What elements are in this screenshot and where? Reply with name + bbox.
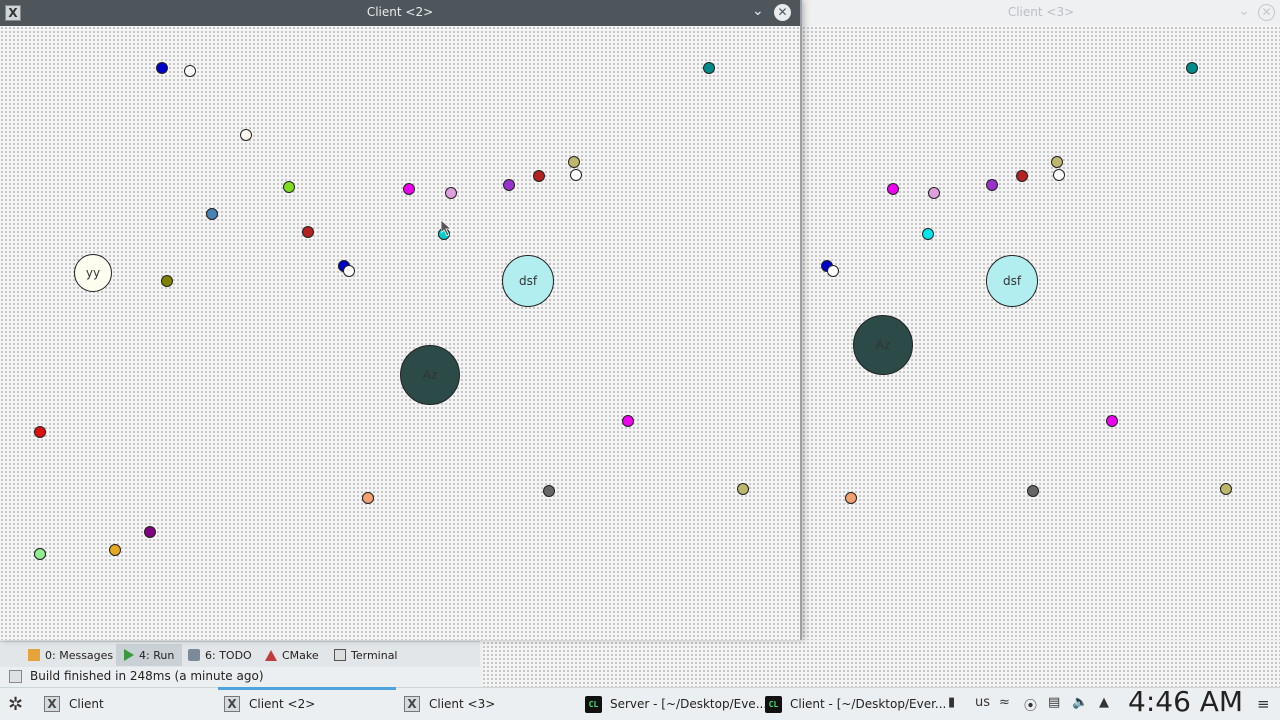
clipboard-icon[interactable]: ▤ — [1048, 695, 1060, 710]
x-app-icon: X — [404, 696, 420, 712]
food-pellet — [827, 265, 839, 277]
task-client-2[interactable]: X Client <2> — [218, 687, 396, 720]
food-pellet — [737, 483, 749, 495]
food-pellet — [34, 548, 46, 560]
x-app-icon: X — [44, 696, 60, 712]
window-titlebar[interactable]: Client <3> ⌄ ✕ — [802, 0, 1280, 26]
food-pellet — [403, 183, 415, 195]
cmake-icon — [265, 649, 277, 661]
run-icon — [124, 649, 134, 661]
player-cell: Az — [400, 345, 460, 405]
food-pellet — [533, 170, 545, 182]
wifi-icon[interactable]: ≈ — [999, 695, 1010, 710]
food-pellet — [1220, 483, 1232, 495]
food-pellet — [1106, 415, 1118, 427]
window-title: Client <3> — [1007, 5, 1075, 19]
food-pellet — [206, 208, 218, 220]
task-label: Client <3> — [429, 697, 496, 711]
status-bar: Build finished in 248ms (a minute ago) — [0, 667, 480, 687]
food-pellet — [302, 226, 314, 238]
food-pellet — [887, 183, 899, 195]
food-pellet — [1027, 485, 1039, 497]
task-label: Client <2> — [249, 697, 316, 711]
todo-icon — [188, 649, 200, 661]
status-toggle-icon[interactable] — [9, 670, 22, 683]
volume-icon[interactable]: 🔈 — [1072, 695, 1088, 710]
food-pellet — [240, 129, 252, 141]
food-pellet — [568, 156, 580, 168]
food-pellet — [928, 187, 940, 199]
status-text: Build finished in 248ms (a minute ago) — [30, 669, 264, 683]
tab-cmake[interactable]: CMake — [265, 644, 319, 666]
task-server-ide[interactable]: CL Server - [~/Desktop/Eve... — [585, 688, 767, 720]
food-pellet — [622, 415, 634, 427]
food-pellet — [156, 62, 168, 74]
game-canvas[interactable]: dsf Az — [802, 26, 1280, 640]
task-label: Client - [~/Desktop/Ever... — [790, 697, 947, 711]
clock[interactable]: 4:46 AM — [1128, 685, 1243, 718]
food-pellet — [144, 526, 156, 538]
clion-icon: CL — [765, 695, 782, 713]
food-pellet — [1053, 169, 1065, 181]
food-pellet — [1016, 170, 1028, 182]
x-app-icon: X — [224, 696, 240, 712]
food-pellet — [283, 181, 295, 193]
task-client-3[interactable]: X Client <3> — [404, 688, 495, 720]
keyboard-layout[interactable]: us — [975, 695, 990, 710]
food-pellet — [503, 179, 515, 191]
player-cell: dsf — [986, 255, 1038, 307]
food-pellet — [362, 492, 374, 504]
food-pellet — [1186, 62, 1198, 74]
menu-icon[interactable]: ≡ — [1257, 695, 1270, 713]
player-cell: dsf — [502, 255, 554, 307]
task-client-ide[interactable]: CL Client - [~/Desktop/Ever... — [765, 688, 946, 720]
background-window-area — [482, 641, 1280, 687]
client-2-window[interactable]: X Client <2> ⌄ ✕ yy dsf Az — [0, 0, 802, 640]
taskbar: ✲ X Client X Client <2> X Client <3> CL … — [0, 685, 1280, 720]
food-pellet — [986, 179, 998, 191]
task-label: Client — [69, 697, 104, 711]
tab-label: CMake — [282, 648, 319, 662]
food-pellet — [922, 228, 934, 240]
food-pellet — [845, 492, 857, 504]
window-title: Client <2> — [366, 5, 434, 19]
food-pellet — [343, 265, 355, 277]
player-cell: yy — [74, 254, 112, 292]
window-titlebar[interactable]: X Client <2> ⌄ ✕ — [0, 0, 800, 26]
messages-icon — [28, 649, 40, 661]
tray-expand-icon[interactable]: ▲ — [1099, 695, 1109, 710]
food-pellet — [109, 544, 121, 556]
game-canvas[interactable]: yy dsf Az — [0, 26, 800, 640]
client-3-window[interactable]: Client <3> ⌄ ✕ dsf Az — [802, 0, 1280, 640]
food-pellet — [445, 187, 457, 199]
food-pellet — [570, 169, 582, 181]
food-pellet — [1051, 156, 1063, 168]
food-pellet — [184, 65, 196, 77]
player-cell: Az — [853, 315, 913, 375]
chevron-down-icon[interactable]: ⌄ — [752, 3, 764, 19]
terminal-icon — [334, 649, 346, 661]
close-icon[interactable]: ✕ — [774, 4, 791, 21]
tab-label: Terminal — [351, 648, 398, 662]
food-pellet — [703, 62, 715, 74]
app-launcher-icon[interactable]: ✲ — [8, 688, 23, 720]
ide-tool-window-bar: 0: Messages 4: Run 6: TODO CMake Termina… — [0, 641, 480, 668]
clion-icon: CL — [585, 695, 602, 713]
tab-messages[interactable]: 0: Messages — [28, 644, 113, 666]
tab-terminal[interactable]: Terminal — [334, 644, 398, 666]
tab-label: 6: TODO — [205, 648, 252, 662]
food-pellet — [161, 275, 173, 287]
tab-label: 4: Run — [139, 648, 175, 662]
food-pellet — [543, 485, 555, 497]
tab-todo[interactable]: 6: TODO — [188, 644, 252, 666]
close-icon[interactable]: ✕ — [1258, 4, 1275, 21]
tab-label: 0: Messages — [45, 648, 114, 662]
task-label: Server - [~/Desktop/Eve... — [610, 697, 768, 711]
battery-icon[interactable]: ▮ — [948, 695, 955, 710]
task-client[interactable]: X Client — [44, 688, 104, 720]
network-icon[interactable]: ⦿ — [1024, 695, 1037, 714]
chevron-down-icon[interactable]: ⌄ — [1238, 3, 1250, 19]
food-pellet — [34, 426, 46, 438]
tab-run[interactable]: 4: Run — [116, 644, 183, 666]
